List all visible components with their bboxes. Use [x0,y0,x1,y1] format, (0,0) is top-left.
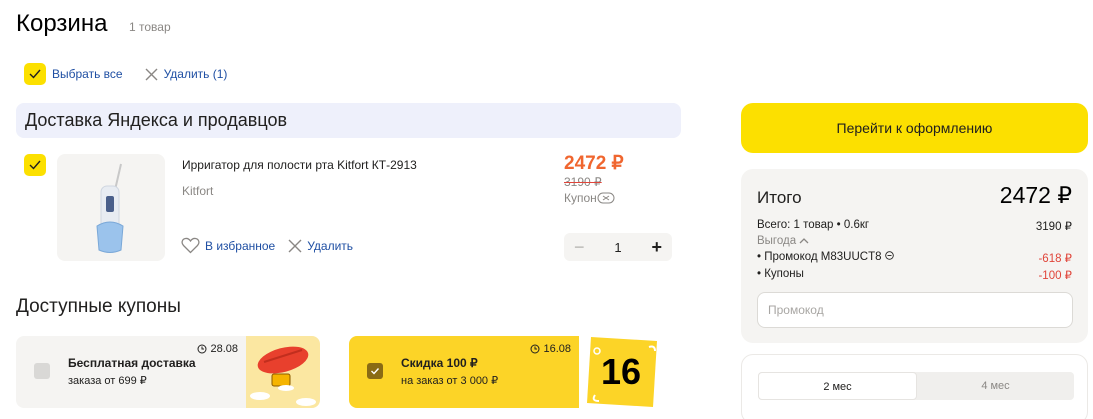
order-summary: Итого 2472 ₽ Всего: 1 товар • 0.6кг 3190… [741,169,1088,343]
irrigator-image [96,163,124,253]
coupons-title: Доступные купоны [16,296,181,317]
item-count: 1 товар [129,20,171,34]
item-price: 2472 ₽ [564,153,624,174]
coupon-date-text: 28.08 [210,343,238,355]
check-icon [29,160,41,170]
summary-promo-row: • Промокод M83UUCT8 -618 ₽ [757,251,1072,265]
item-checkbox[interactable] [24,154,46,176]
coupon-card-free-delivery[interactable]: Бесплатная доставка заказа от 699 ₽ 28.0… [16,336,246,408]
coupon-checkbox[interactable] [34,363,50,379]
promo-code-label: • Промокод M83UUCT8 [757,251,882,263]
summary-all-row: Всего: 1 товар • 0.6кг 3190 ₽ [757,219,1072,233]
coupon-name: Скидка 100 ₽ [401,356,478,370]
coupon-condition: заказа от 699 ₽ [68,375,147,387]
coupon-date-text: 16.08 [543,343,571,355]
clock-icon [197,344,207,354]
remove-promo-icon[interactable] [884,251,894,260]
coupon-date: 28.08 [197,343,238,355]
select-all-checkbox[interactable] [24,63,46,85]
page-title: Корзина [16,10,108,37]
clock-icon [530,344,540,354]
coupon-tag: Купон [564,191,615,205]
promo-row-label: • Промокод M83UUCT8 [757,251,894,265]
summary-all-label: Всего: 1 товар • 0.6кг [757,219,870,231]
summary-benefit-row[interactable]: Выгода [757,235,1072,247]
heart-icon[interactable] [181,237,200,254]
tab-4-months[interactable]: 4 мес [917,372,1074,400]
quantity-stepper: − 1 + [564,233,672,261]
delete-selected-label: Удалить (1) [163,67,228,81]
coupon-side-free-delivery [246,336,320,408]
benefit-toggle[interactable]: Выгода [757,235,809,247]
item-actions: В избранное Удалить [181,237,353,254]
tab-2-months[interactable]: 2 мес [758,372,917,400]
coupons-row-value: -100 ₽ [1038,270,1072,282]
checkout-button[interactable]: Перейти к оформлению [741,103,1088,153]
coupons-row-label: • Купоны [757,268,804,280]
promo-code-value: -618 ₽ [1038,253,1072,265]
close-icon [145,68,158,80]
delete-item-button[interactable]: Удалить [288,239,353,253]
coupon-date: 16.08 [530,343,571,355]
select-all-link[interactable]: Выбрать все [52,67,123,81]
promo-code-input[interactable] [757,292,1073,328]
summary-total: 2472 ₽ [999,182,1072,208]
airship-image [250,346,316,406]
check-icon [371,368,380,375]
increase-button[interactable]: + [651,237,662,258]
coupon-icon [597,192,615,204]
summary-coupons-row: • Купоны -100 ₽ [757,268,1072,282]
add-to-favorites-link[interactable]: В избранное [205,239,275,253]
product-title[interactable]: Ирригатор для полости рта Kitfort КТ-291… [182,158,417,172]
delete-item-label: Удалить [307,238,354,253]
item-old-price: 3190 ₽ [564,175,602,189]
summary-title: Итого [757,188,802,207]
quantity-value: 1 [614,239,622,255]
coupon-checkbox-checked[interactable] [367,363,383,379]
delivery-section-header: Доставка Яндекса и продавцов [16,103,681,138]
close-icon [288,239,302,252]
summary-all-value: 3190 ₽ [1035,221,1072,233]
installment-card: 2 мес 4 мес [741,354,1088,419]
delete-selected-button[interactable]: Удалить (1) [145,67,228,81]
product-brand: Kitfort [182,184,214,198]
coupon-card-discount[interactable]: Скидка 100 ₽ на заказ от 3 000 ₽ 16.08 [349,336,579,408]
coupon-condition: на заказ от 3 000 ₽ [401,375,499,387]
coupon-name: Бесплатная доставка [68,356,196,370]
coupon-badge-number: 16 [601,351,642,392]
coupon-side-discount: 16 [583,333,661,411]
plan-tabs: 2 мес 4 мес [758,372,1074,400]
decrease-button[interactable]: − [574,237,585,258]
coupon-tag-label: Купон [564,191,597,205]
cart-toolbar: Выбрать все Удалить (1) [24,63,227,85]
product-image[interactable] [57,154,165,261]
check-icon [29,69,41,79]
chevron-up-icon [799,238,809,244]
benefit-label: Выгода [757,235,797,247]
